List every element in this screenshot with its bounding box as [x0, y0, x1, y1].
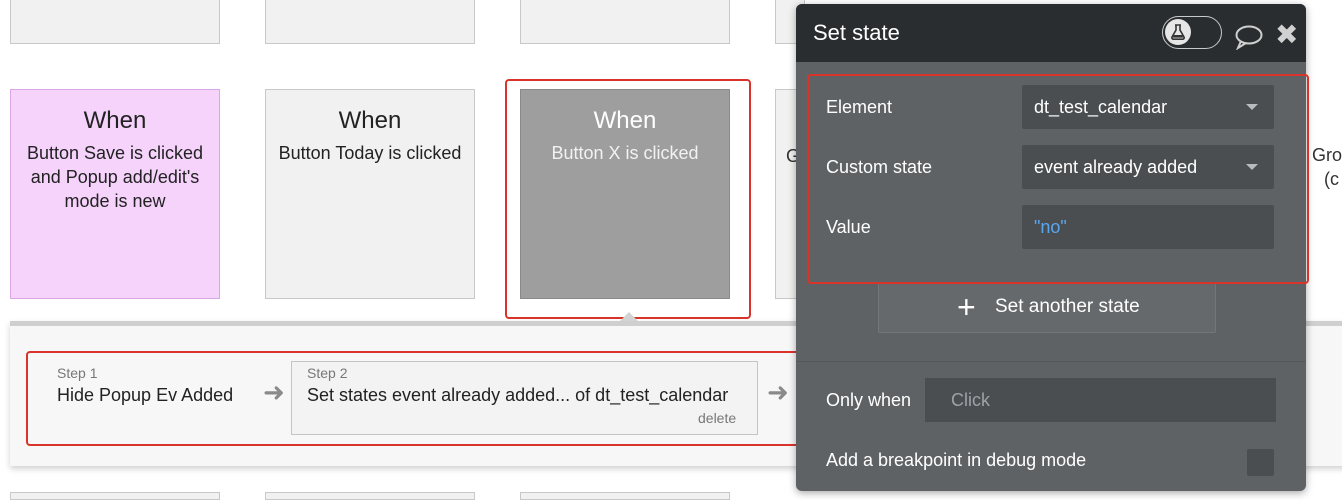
editor-divider	[796, 361, 1306, 362]
breakpoint-label: Add a breakpoint in debug mode	[826, 450, 1087, 470]
workflow-card-top[interactable]	[10, 0, 220, 44]
comment-icon[interactable]	[1234, 24, 1264, 50]
close-icon[interactable]: ✖	[1275, 21, 1298, 49]
flask-icon	[1165, 19, 1191, 45]
only-when-placeholder: Click	[951, 390, 990, 410]
breakpoint-checkbox[interactable]	[1247, 449, 1274, 476]
selected-event-pointer	[620, 312, 638, 321]
workflow-card-bottom[interactable]	[265, 492, 475, 500]
test-mode-toggle[interactable]	[1162, 16, 1222, 49]
workflow-card-top[interactable]	[520, 0, 730, 44]
event-card-partial-text: (c	[1324, 169, 1339, 189]
editor-fields-highlight	[807, 74, 1309, 284]
event-card-save-clicked[interactable]: When Button Save is clicked and Popup ad…	[10, 89, 220, 299]
event-card-partial-text: Gro	[1312, 145, 1342, 165]
workflow-card-top[interactable]	[265, 0, 475, 44]
event-card-when: When	[83, 107, 147, 134]
only-when-input[interactable]: Click	[925, 378, 1276, 422]
event-card-when: When	[338, 107, 402, 134]
steps-highlight	[26, 351, 800, 446]
event-card-description: Button Save is clicked and Popup add/edi…	[26, 143, 204, 211]
event-card-description: Button Today is clicked	[278, 143, 462, 163]
set-another-state-label: Set another state	[995, 296, 1140, 317]
only-when-label: Only when	[826, 390, 912, 410]
plus-icon: +	[957, 289, 976, 325]
editor-title: Set state	[813, 20, 900, 45]
selected-card-highlight	[505, 79, 751, 319]
workflow-card-bottom[interactable]	[10, 492, 220, 500]
event-card-today-clicked[interactable]: When Button Today is clicked	[265, 89, 475, 299]
workflow-card-bottom[interactable]	[520, 492, 730, 500]
editor-header: Set state ✖	[796, 4, 1306, 62]
set-another-state-button[interactable]: + Set another state	[878, 282, 1216, 333]
